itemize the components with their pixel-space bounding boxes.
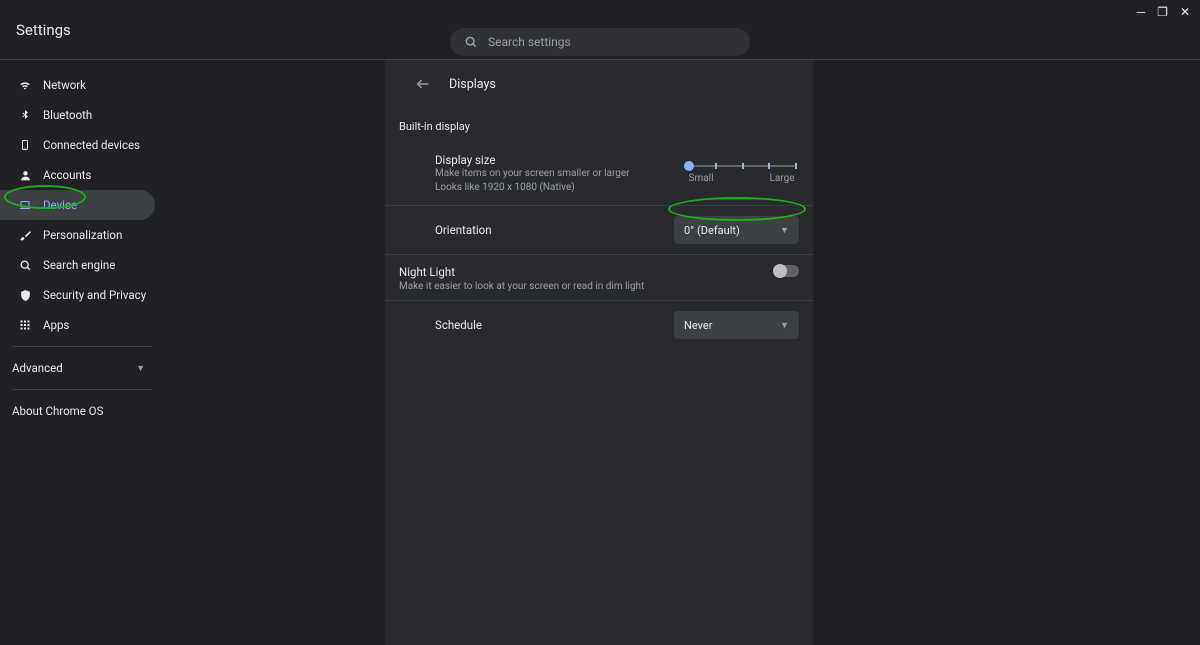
- sidebar-item-label: Search engine: [43, 258, 115, 272]
- app-title: Settings: [16, 21, 71, 39]
- builtin-display-title: Built-in display: [385, 108, 813, 143]
- laptop-icon: [15, 199, 35, 211]
- wifi-icon: [15, 78, 35, 92]
- schedule-row: Schedule Never ▼: [385, 301, 813, 349]
- sidebar-item-accounts[interactable]: Accounts: [0, 160, 155, 190]
- sidebar-item-label: Network: [43, 78, 86, 92]
- chevron-down-icon: ▼: [136, 363, 145, 374]
- sidebar-item-label: Connected devices: [43, 138, 140, 152]
- schedule-value: Never: [684, 319, 712, 332]
- display-size-label: Display size: [435, 153, 684, 167]
- sidebar-separator: [12, 346, 152, 347]
- brush-icon: [15, 229, 35, 242]
- right-empty-area: [813, 60, 1200, 645]
- sidebar-advanced[interactable]: Advanced ▼: [0, 353, 155, 383]
- window-minimize-icon[interactable]: ─: [1137, 6, 1146, 18]
- slider-min-label: Small: [689, 173, 714, 184]
- apps-grid-icon: [15, 319, 35, 331]
- sidebar-item-label: Device: [43, 198, 77, 212]
- sidebar-item-label: Accounts: [43, 168, 92, 182]
- main-panel: Displays Built-in display Display size M…: [385, 60, 813, 645]
- phone-icon: [15, 138, 35, 152]
- sidebar-item-label: Security and Privacy: [43, 288, 146, 302]
- main-header: Displays: [385, 60, 813, 108]
- slider-thumb[interactable]: [684, 161, 694, 171]
- window-close-icon[interactable]: ✕: [1180, 6, 1190, 18]
- display-size-sub2: Looks like 1920 x 1080 (Native): [435, 181, 684, 195]
- display-size-sub1: Make items on your screen smaller or lar…: [435, 167, 684, 181]
- back-button[interactable]: [415, 76, 431, 92]
- sidebar: Network Bluetooth Connected devices Acco…: [0, 60, 385, 645]
- night-light-toggle[interactable]: [775, 265, 799, 277]
- orientation-label: Orientation: [435, 223, 674, 237]
- dropdown-arrow-icon: ▼: [780, 225, 789, 236]
- search-icon: [464, 35, 478, 49]
- advanced-label: Advanced: [12, 361, 63, 375]
- schedule-label: Schedule: [435, 318, 674, 332]
- app-header: Settings: [0, 0, 1200, 60]
- search-input[interactable]: [488, 35, 736, 49]
- sidebar-item-personalization[interactable]: Personalization: [0, 220, 155, 250]
- bluetooth-icon: [15, 108, 35, 122]
- sidebar-item-connected-devices[interactable]: Connected devices: [0, 130, 155, 160]
- page-title: Displays: [449, 77, 496, 92]
- sidebar-item-apps[interactable]: Apps: [0, 310, 155, 340]
- orientation-row: Orientation 0° (Default) ▼: [385, 206, 813, 255]
- about-label: About Chrome OS: [12, 404, 103, 418]
- orientation-dropdown[interactable]: 0° (Default) ▼: [674, 216, 799, 244]
- sidebar-item-search-engine[interactable]: Search engine: [0, 250, 155, 280]
- night-light-row: Night Light Make it easier to look at yo…: [385, 255, 813, 301]
- window-restore-icon[interactable]: ❐: [1157, 6, 1168, 18]
- display-size-row: Display size Make items on your screen s…: [385, 143, 813, 206]
- display-size-slider[interactable]: [689, 165, 795, 167]
- shield-icon: [15, 289, 35, 302]
- schedule-dropdown[interactable]: Never ▼: [674, 311, 799, 339]
- slider-max-label: Large: [769, 173, 794, 184]
- sidebar-item-label: Personalization: [43, 228, 122, 242]
- sidebar-item-label: Bluetooth: [43, 108, 92, 122]
- person-icon: [15, 169, 35, 182]
- search-box[interactable]: [450, 28, 750, 56]
- sidebar-item-device[interactable]: Device: [0, 190, 155, 220]
- magnifier-icon: [15, 259, 35, 272]
- sidebar-about[interactable]: About Chrome OS: [0, 396, 155, 426]
- sidebar-item-network[interactable]: Network: [0, 70, 155, 100]
- dropdown-arrow-icon: ▼: [780, 320, 789, 331]
- night-light-title: Night Light: [399, 265, 775, 279]
- sidebar-item-security-privacy[interactable]: Security and Privacy: [0, 280, 155, 310]
- night-light-sub: Make it easier to look at your screen or…: [399, 281, 775, 292]
- sidebar-item-bluetooth[interactable]: Bluetooth: [0, 100, 155, 130]
- toggle-knob: [773, 264, 787, 278]
- sidebar-item-label: Apps: [43, 318, 69, 332]
- orientation-value: 0° (Default): [684, 224, 740, 237]
- sidebar-separator: [12, 389, 152, 390]
